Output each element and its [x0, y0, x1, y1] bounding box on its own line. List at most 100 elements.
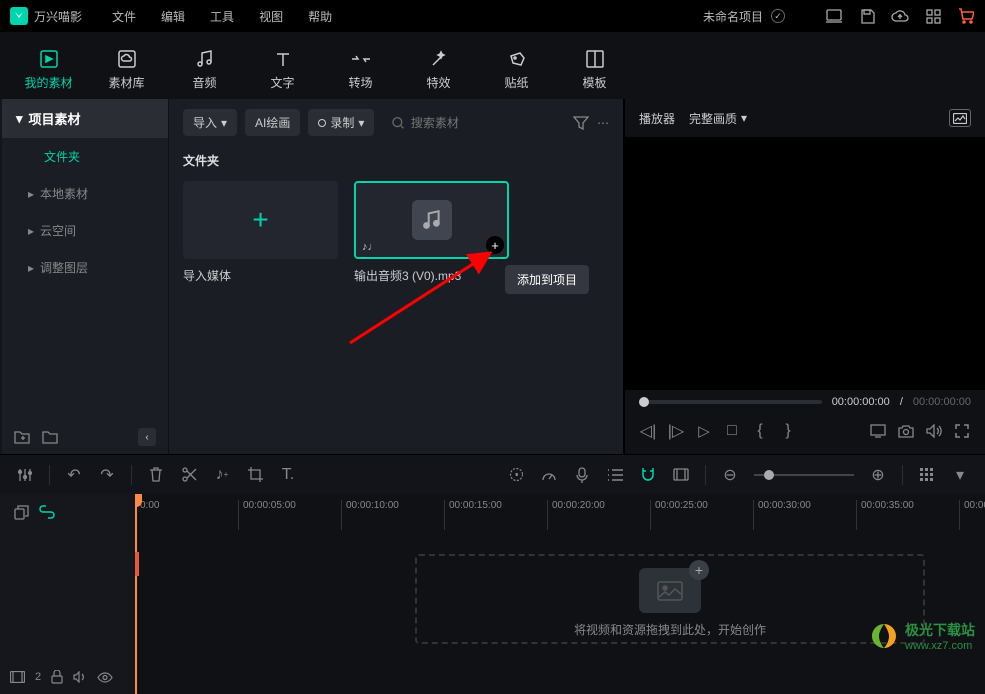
- mic-icon[interactable]: [573, 467, 591, 483]
- audio-detach-icon[interactable]: ♪+: [213, 466, 231, 484]
- search-icon: [392, 116, 404, 130]
- tab-label: 贴纸: [504, 74, 528, 91]
- sidebar-item-label: 文件夹: [44, 148, 80, 165]
- film-icon[interactable]: [672, 468, 690, 481]
- tab-stickers[interactable]: 贴纸: [480, 40, 553, 99]
- plus-icon: +: [252, 204, 268, 236]
- import-button[interactable]: 导入 ▾: [183, 109, 237, 136]
- menu-edit[interactable]: 编辑: [161, 8, 185, 25]
- app-logo-icon: [10, 7, 28, 25]
- step-back-icon[interactable]: |▷: [667, 422, 685, 440]
- tab-effects[interactable]: 特效: [402, 40, 475, 99]
- menu-view[interactable]: 视图: [259, 8, 283, 25]
- playhead[interactable]: [135, 494, 137, 694]
- list-icon[interactable]: [606, 468, 624, 481]
- camera-icon[interactable]: [897, 422, 915, 440]
- tab-stock[interactable]: 素材库: [90, 40, 163, 99]
- watermark-url: www.xz7.com: [905, 640, 975, 652]
- folder-icon[interactable]: [42, 430, 58, 444]
- new-folder-icon[interactable]: [14, 430, 30, 444]
- menu-file[interactable]: 文件: [112, 8, 136, 25]
- mark-in-icon[interactable]: {: [751, 422, 769, 440]
- display-mode-icon[interactable]: [869, 422, 887, 440]
- sidebar-item-cloud[interactable]: ▸ 云空间: [2, 212, 168, 249]
- tab-text[interactable]: 文字: [246, 40, 319, 99]
- mark-out-icon[interactable]: }: [779, 422, 797, 440]
- target-icon[interactable]: [507, 467, 525, 482]
- tab-label: 文字: [270, 74, 294, 91]
- volume-icon[interactable]: [925, 422, 943, 440]
- undo-icon[interactable]: ↶: [65, 465, 83, 485]
- prev-frame-icon[interactable]: ◁|: [639, 422, 657, 440]
- fullscreen-icon[interactable]: [953, 422, 971, 440]
- timeline: 2 0:00 00:00:05:00 00:00:10:00 00:00:15:…: [0, 494, 985, 694]
- delete-icon[interactable]: [147, 467, 165, 482]
- quality-selector[interactable]: 完整画质 ▾: [689, 110, 747, 127]
- zoom-handle[interactable]: [764, 470, 774, 480]
- cloud-icon[interactable]: [891, 7, 909, 25]
- tab-templates[interactable]: 模板: [558, 40, 631, 99]
- menu-help[interactable]: 帮助: [308, 8, 332, 25]
- grid-view-icon[interactable]: [918, 468, 936, 482]
- preview-scrubber[interactable]: [639, 400, 822, 404]
- play-icon[interactable]: ▷: [695, 422, 713, 440]
- sidebar-item-local[interactable]: ▸ 本地素材: [2, 175, 168, 212]
- more-icon[interactable]: ⋯: [597, 116, 609, 130]
- collapse-sidebar-icon[interactable]: ‹: [138, 428, 156, 446]
- search-input[interactable]: [411, 116, 555, 130]
- timeline-tracks-area[interactable]: 0:00 00:00:05:00 00:00:10:00 00:00:15:00…: [135, 494, 985, 694]
- tab-transition[interactable]: 转场: [324, 40, 397, 99]
- visibility-icon[interactable]: [97, 672, 113, 683]
- split-icon[interactable]: [180, 467, 198, 482]
- cart-icon[interactable]: [957, 7, 975, 25]
- zoom-out-icon[interactable]: ⊖: [721, 465, 739, 485]
- zoom-in-icon[interactable]: ⊕: [869, 465, 887, 485]
- video-preview-area[interactable]: [625, 137, 985, 390]
- stop-icon[interactable]: □: [723, 422, 741, 440]
- copy-track-icon[interactable]: [14, 505, 29, 520]
- apps-icon[interactable]: [924, 7, 942, 25]
- timeline-drop-zone[interactable]: + 将视频和资源拖拽到此处，开始创作: [415, 554, 925, 644]
- crop-icon[interactable]: [246, 467, 264, 482]
- text-tool-icon[interactable]: T.: [279, 466, 297, 484]
- scrubber-handle[interactable]: [639, 397, 649, 407]
- ai-draw-button[interactable]: AI绘画: [245, 109, 300, 136]
- drop-zone-text: 将视频和资源拖拽到此处，开始创作: [574, 621, 766, 638]
- ruler-tick: 00:00:30:00: [753, 500, 811, 530]
- device-icon[interactable]: [825, 7, 843, 25]
- ruler-tick: 00:00:10:00: [341, 500, 399, 530]
- chevron-down-icon[interactable]: ▾: [951, 465, 969, 485]
- magnet-icon[interactable]: [639, 467, 657, 482]
- zoom-slider[interactable]: [754, 474, 854, 476]
- playhead-flag[interactable]: [135, 552, 139, 576]
- sidebar-header[interactable]: ▾ 项目素材: [2, 99, 168, 138]
- tab-audio[interactable]: 音频: [168, 40, 241, 99]
- tab-my-media[interactable]: 我的素材: [12, 40, 85, 99]
- menubar: 万兴喵影 文件 编辑 工具 视图 帮助 未命名项目 ✓: [0, 0, 985, 32]
- add-to-project-button[interactable]: +: [486, 236, 504, 254]
- link-track-icon[interactable]: [39, 505, 55, 519]
- menu-tools[interactable]: 工具: [210, 8, 234, 25]
- watermark-text: 极光下载站: [905, 620, 975, 640]
- import-media-card[interactable]: + 导入媒体: [183, 181, 338, 284]
- lock-track-icon[interactable]: [51, 670, 63, 684]
- timeline-ruler[interactable]: 0:00 00:00:05:00 00:00:10:00 00:00:15:00…: [135, 494, 985, 530]
- ruler-tick: 00:00:40:00: [959, 500, 985, 530]
- record-button[interactable]: 录制 ▾: [308, 109, 374, 136]
- video-track-icon[interactable]: [10, 671, 25, 683]
- save-icon[interactable]: [858, 7, 876, 25]
- sidebar-item-folder[interactable]: 文件夹: [2, 138, 168, 175]
- audio-media-card[interactable]: ♪♩ + 输出音频3 (V0).mp3: [354, 181, 509, 284]
- snapshot-icon[interactable]: [949, 109, 971, 127]
- add-to-project-tooltip: 添加到项目: [505, 265, 589, 294]
- search-input-wrapper[interactable]: [382, 111, 565, 135]
- sidebar-title: 项目素材: [29, 109, 81, 128]
- redo-icon[interactable]: ↷: [98, 465, 116, 485]
- speed-icon[interactable]: [540, 468, 558, 482]
- sidebar-item-adjust[interactable]: ▸ 调整图层: [2, 249, 168, 286]
- timeline-settings-icon[interactable]: [16, 467, 34, 483]
- mute-track-icon[interactable]: [73, 671, 87, 683]
- filter-icon[interactable]: [573, 116, 589, 130]
- saved-status-icon: ✓: [771, 9, 785, 23]
- sidebar-item-label: 本地素材: [40, 185, 88, 202]
